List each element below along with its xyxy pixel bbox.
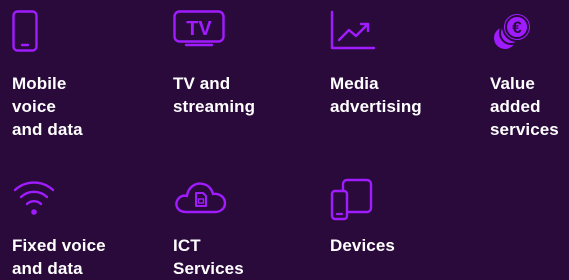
tile-label: ICT Services [173,236,244,278]
trend-chart-icon [330,10,376,58]
tile-label: Fixed voice and data [12,236,106,278]
cloud-sim-icon [173,178,227,226]
euro-coins-icon: € [490,10,534,58]
wifi-icon [12,178,56,226]
mobile-phone-icon [12,10,56,58]
tv-icon-text: TV [186,18,212,40]
tile-label: TV and streaming [173,74,256,116]
tile-label: Value added services [490,74,559,139]
tile-label: Mobile voice and data [12,74,83,139]
services-grid: Mobile voice and data TV TV and streamin… [0,0,569,280]
tile-label: Devices [330,236,395,255]
tile-label: Media advertising [330,74,422,116]
devices-icon [330,178,374,226]
tv-icon: TV [173,10,225,58]
euro-symbol: € [512,18,522,37]
